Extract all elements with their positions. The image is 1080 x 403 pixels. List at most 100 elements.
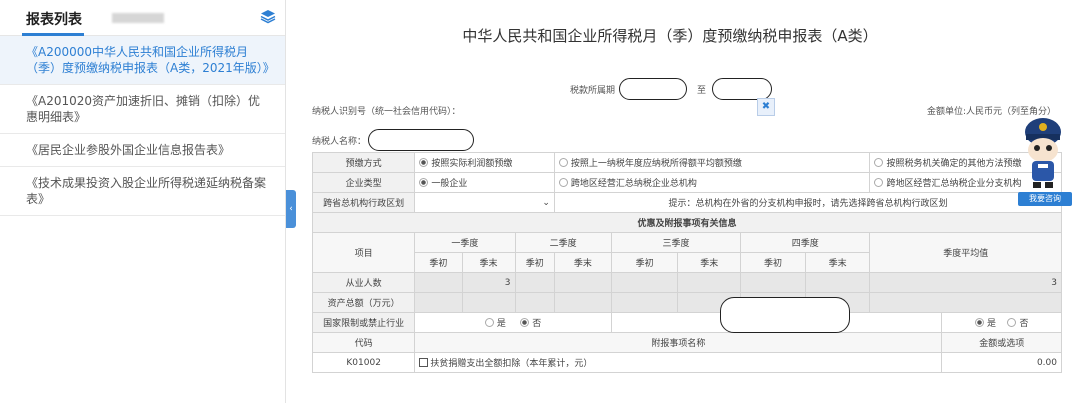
small-yes-radio[interactable]	[974, 318, 984, 327]
q1-end-assets[interactable]	[461, 292, 516, 313]
row-item[interactable]: 扶贫捐赠支出全额扣除（本年累计，元）	[414, 352, 943, 373]
row-code: K01002	[311, 352, 416, 373]
radio-icon[interactable]	[419, 178, 429, 187]
q1-end: 季末	[461, 252, 516, 273]
restricted-no-label: 否	[532, 319, 542, 329]
amount-col-header: 金额或选项	[941, 332, 1062, 353]
report-list: 《A200000中华人民共和国企业所得税月（季）度预缴纳税申报表（A类，2021…	[0, 36, 285, 216]
section-title-row: 优惠及附报事项有关信息	[312, 212, 1062, 233]
q4-start-employees[interactable]	[740, 272, 806, 293]
period-to-label: 至	[697, 85, 707, 96]
radio-icon[interactable]	[419, 158, 429, 167]
attached-header-row: 代码 附报事项名称 金额或选项	[311, 332, 1062, 353]
assets-avg	[869, 292, 1062, 313]
item-col-header: 项目	[311, 232, 416, 273]
q2-start-employees[interactable]	[514, 272, 555, 293]
small-no-radio[interactable]	[1007, 318, 1017, 327]
checkbox-icon[interactable]	[419, 358, 429, 367]
restricted-no-radio[interactable]	[520, 318, 530, 327]
small-enterprise-options: 是 否	[941, 312, 1062, 333]
restricted-label: 国家限制或禁止行业	[311, 312, 416, 333]
layers-icon[interactable]	[260, 8, 276, 24]
declaration-table: 预缴方式 按照实际利润额预缴 按照上一纳税年度应纳税所得额平均额预缴 按照税务机…	[311, 152, 1063, 373]
report-item-a200000[interactable]: 《A200000中华人民共和国企业所得税月（季）度预缴纳税申报表（A类，2021…	[0, 36, 285, 85]
report-item-a201020[interactable]: 《A201020资产加速折旧、摊销（扣除）优惠明细表》	[0, 85, 285, 134]
report-item-tech-investment[interactable]: 《技术成果投资入股企业所得税递延纳税备案表》	[0, 167, 285, 216]
taxpayer-name-row: 纳税人名称：	[312, 129, 475, 151]
redaction-bubble	[720, 297, 850, 333]
cross-province-hint: 提示：总机构在外省的分支机构申报时，请先选择跨省总机构行政区划	[553, 192, 1063, 213]
enterprise-option-2[interactable]: 跨地区经营汇总纳税企业总机构	[553, 172, 871, 193]
radio-icon[interactable]	[558, 158, 568, 167]
q3-header: 三季度	[610, 232, 742, 253]
period-label: 税款所属期	[570, 85, 616, 96]
sidebar-title[interactable]: 报表列表	[26, 9, 82, 29]
q2-start-assets[interactable]	[514, 292, 555, 313]
q1-start-employees[interactable]	[414, 272, 463, 293]
taxpayer-id-label: 纳税人识别号（统一社会信用代码）：	[312, 107, 461, 117]
q3-start-assets[interactable]	[610, 292, 679, 313]
prepay-option-3-label: 按照税务机关确定的其他方法预缴	[886, 159, 1022, 169]
prepay-option-1[interactable]: 按照实际利润额预缴	[414, 152, 555, 173]
app-root: 报表列表 《A200000中华人民共和国企业所得税月（季）度预缴纳税申报表（A类…	[0, 0, 1080, 403]
q4-end: 季末	[804, 252, 871, 273]
q3-end-employees[interactable]	[677, 272, 742, 293]
q3-start-employees[interactable]	[610, 272, 679, 293]
radio-icon[interactable]	[558, 178, 568, 187]
row-item-label: 扶贫捐赠支出全额扣除（本年累计，元）	[430, 359, 593, 369]
q3-start: 季初	[610, 252, 679, 273]
q1-end-employees[interactable]: 3	[461, 272, 516, 293]
restricted-yes-label: 是	[496, 319, 506, 329]
prepay-method-label: 预缴方式	[311, 152, 416, 173]
close-icon[interactable]: ✖	[757, 98, 775, 116]
prepay-option-1-label: 按照实际利润额预缴	[431, 159, 513, 169]
enterprise-option-1[interactable]: 一般企业	[414, 172, 555, 193]
radio-icon[interactable]	[874, 178, 884, 187]
consult-button[interactable]: 我要咨询	[1018, 192, 1072, 206]
q3-end: 季末	[677, 252, 742, 273]
restricted-row: 国家限制或禁止行业 是 否 小型微利企业 是 否	[311, 312, 1062, 333]
sidebar-collapse-button[interactable]: ‹	[286, 190, 296, 228]
assets-label: 资产总额（万元）	[311, 292, 416, 313]
prepay-option-2[interactable]: 按照上一纳税年度应纳税所得额平均额预缴	[553, 152, 871, 173]
q4-end-employees[interactable]	[804, 272, 871, 293]
restricted-yes-radio[interactable]	[484, 318, 494, 327]
enterprise-type-label: 企业类型	[311, 172, 416, 193]
police-mascot-icon[interactable]	[1018, 112, 1068, 190]
q4-start: 季初	[740, 252, 806, 273]
sidebar-header: 报表列表	[0, 0, 285, 36]
taxpayer-name-field[interactable]	[368, 129, 475, 151]
restricted-options: 是 否	[414, 312, 612, 333]
q2-start: 季初	[514, 252, 555, 273]
period-end-input[interactable]	[712, 78, 773, 100]
section-title: 优惠及附报事项有关信息	[312, 212, 1062, 233]
chevron-down-icon[interactable]: ⌄	[542, 198, 550, 208]
q1-start: 季初	[414, 252, 463, 273]
enterprise-option-1-label: 一般企业	[431, 179, 468, 189]
cross-province-label: 跨省总机构行政区划	[311, 192, 416, 213]
prepay-option-2-label: 按照上一纳税年度应纳税所得额平均额预缴	[570, 159, 742, 169]
q2-end: 季末	[553, 252, 612, 273]
attached-row-k01002: K01002 扶贫捐赠支出全额扣除（本年累计，元） 0.00	[311, 352, 1062, 373]
report-list-sidebar: 报表列表 《A200000中华人民共和国企业所得税月（季）度预缴纳税申报表（A类…	[0, 0, 286, 403]
enterprise-type-row: 企业类型 一般企业 跨地区经营汇总纳税企业总机构 跨地区经营汇总纳税企业分支机构	[311, 172, 1062, 193]
taxpayer-name-label: 纳税人名称：	[312, 136, 367, 147]
tax-period-row: 税款所属期 至	[570, 78, 773, 100]
q2-end-assets[interactable]	[553, 292, 612, 313]
taxpayer-id: 纳税人识别号（统一社会信用代码）：	[312, 104, 461, 117]
quarter-header-row: 项目 一季度 二季度 三季度 四季度 季度平均值	[311, 232, 1062, 273]
q2-end-employees[interactable]	[553, 272, 612, 293]
employees-avg: 3	[869, 272, 1062, 293]
cross-province-select[interactable]: ⌄	[414, 192, 555, 213]
prepay-method-row: 预缴方式 按照实际利润额预缴 按照上一纳税年度应纳税所得额平均额预缴 按照税务机…	[311, 152, 1062, 173]
q2-header: 二季度	[514, 232, 612, 253]
radio-icon[interactable]	[874, 158, 884, 167]
period-start-input[interactable]	[619, 78, 688, 100]
report-item-foreign-shares[interactable]: 《居民企业参股外国企业信息报告表》	[0, 134, 285, 167]
row-amount[interactable]: 0.00	[941, 352, 1062, 373]
active-tab-underline	[22, 33, 84, 36]
small-yes-label: 是	[986, 319, 996, 329]
q1-header: 一季度	[414, 232, 516, 253]
q1-start-assets[interactable]	[414, 292, 463, 313]
declaration-form-area: 中华人民共和国企业所得税月（季）度预缴纳税申报表（A类） 税款所属期 至 纳税人…	[300, 0, 1080, 403]
